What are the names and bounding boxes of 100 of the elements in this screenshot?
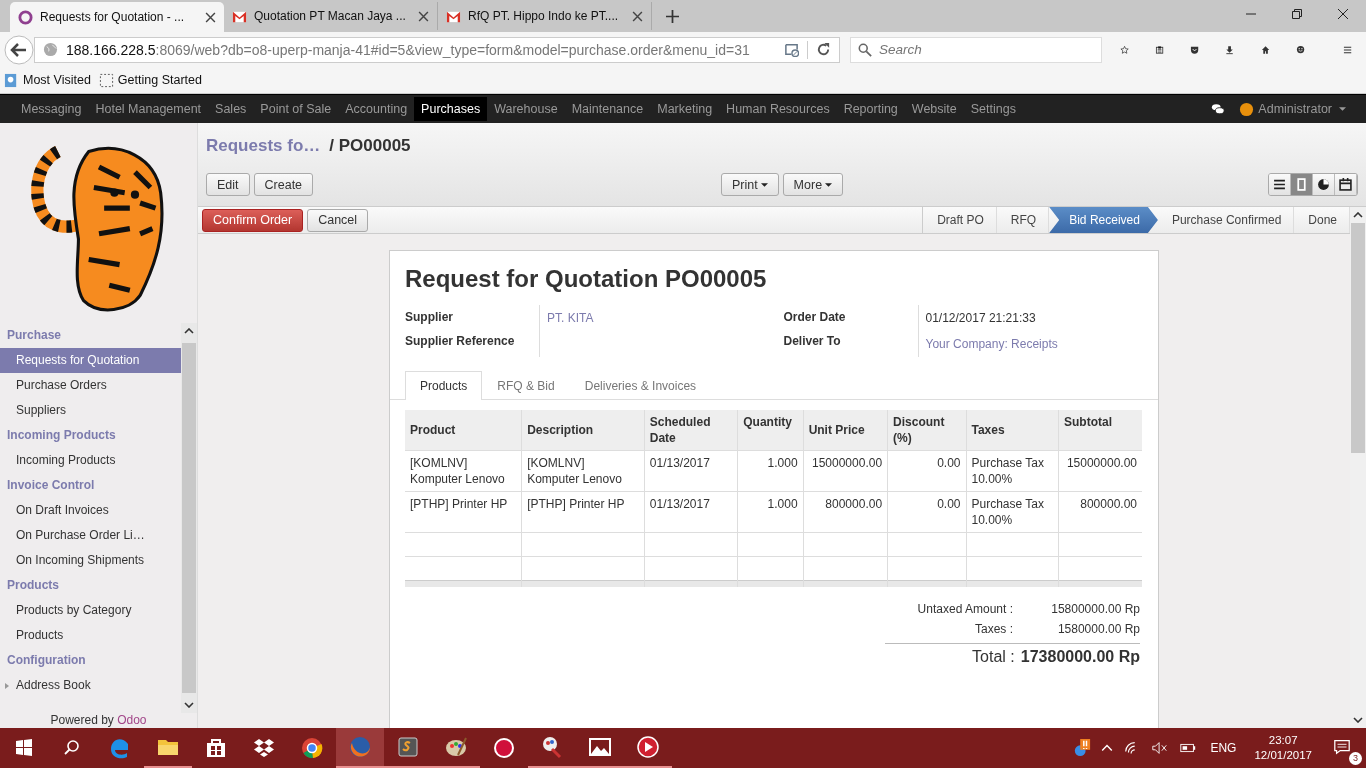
- record-icon: [492, 736, 516, 760]
- grand-total-value: 17380000.00 Rp: [1020, 647, 1140, 666]
- table-cell: 01/13/2017: [644, 450, 738, 492]
- list-icon: [1273, 178, 1286, 191]
- search-field[interactable]: Search: [850, 36, 1102, 63]
- field-link[interactable]: PT. KITA: [547, 311, 594, 325]
- chevron-down-icon[interactable]: [184, 702, 194, 708]
- muted-speaker-icon[interactable]: [1151, 739, 1170, 757]
- menu-item[interactable]: Warehouse: [487, 97, 565, 121]
- browser-tab[interactable]: RfQ PT. Hippo Indo ke PT....: [438, 2, 652, 30]
- close-icon[interactable]: [632, 10, 643, 22]
- field-link[interactable]: Your Company: Receipts: [925, 337, 1058, 351]
- ring-icon: [18, 9, 33, 25]
- sidebar-item[interactable]: Suppliers: [0, 398, 181, 423]
- stage-step[interactable]: Purchase Confirmed: [1157, 207, 1295, 233]
- bookmark[interactable]: Most Visited: [4, 72, 91, 88]
- column-header[interactable]: Description: [521, 410, 645, 451]
- notebook-tab[interactable]: RFQ & Bid: [482, 371, 570, 400]
- browser-tab[interactable]: Requests for Quotation - ...: [10, 2, 224, 32]
- reload-icon[interactable]: [816, 42, 831, 57]
- table-cell: 15000000.00: [1058, 450, 1142, 492]
- clock[interactable]: 23:07 12/01/2017: [1254, 733, 1312, 763]
- bookmark[interactable]: Getting Started: [98, 72, 202, 88]
- chat-bubbles-icon[interactable]: [1211, 102, 1226, 116]
- close-icon[interactable]: [418, 10, 429, 22]
- fox-globe-icon: [348, 735, 372, 759]
- toolbar-button[interactable]: Create: [253, 173, 314, 196]
- close-icon[interactable]: [205, 11, 216, 23]
- language-indicator[interactable]: ENG: [1210, 741, 1237, 755]
- scrollbar[interactable]: [181, 323, 197, 713]
- column-header[interactable]: Scheduled Date: [644, 410, 738, 451]
- menu-item[interactable]: Messaging: [14, 97, 89, 121]
- scrollbar[interactable]: [1350, 207, 1366, 728]
- column-header[interactable]: Taxes: [966, 410, 1059, 451]
- total-value: 1580000.00 Rp: [1057, 620, 1140, 638]
- table-cell: 1.000: [737, 491, 804, 533]
- notification-icon[interactable]: [1333, 737, 1351, 756]
- stage-step[interactable]: RFQ: [996, 207, 1050, 233]
- plus-icon[interactable]: [666, 10, 679, 23]
- action-button[interactable]: Confirm Order: [202, 208, 304, 232]
- sidebar-item[interactable]: On Draft Invoices: [0, 498, 181, 523]
- section-heading: Configuration: [6, 652, 87, 669]
- sidebar-item[interactable]: On Purchase Order Li…: [0, 523, 181, 548]
- menu-item[interactable]: Reporting: [836, 97, 905, 121]
- column-header[interactable]: Unit Price: [803, 410, 888, 451]
- stage-step[interactable]: Draft PO: [923, 207, 997, 233]
- view-switch-button[interactable]: [1335, 174, 1357, 195]
- sidebar-item[interactable]: On Incoming Shipments: [0, 548, 181, 573]
- sidebar-item[interactable]: Address Book: [0, 673, 181, 698]
- table-cell: 01/13/2017: [644, 491, 738, 533]
- toolbar-button[interactable]: Edit: [206, 173, 250, 196]
- field-label: Order Date: [783, 309, 847, 326]
- menu-item[interactable]: Point of Sale: [253, 97, 339, 121]
- avatar-icon: [1239, 101, 1255, 117]
- column-header[interactable]: Subtotal: [1058, 410, 1142, 451]
- alert-icon[interactable]: [1073, 739, 1092, 757]
- column-header[interactable]: Product: [405, 410, 522, 451]
- notebook-tab[interactable]: Products: [405, 371, 483, 400]
- close-icon[interactable]: [1337, 8, 1349, 20]
- menu-item[interactable]: Website: [904, 97, 964, 121]
- sidebar-item[interactable]: Purchase Orders: [0, 373, 181, 398]
- menu-item[interactable]: Maintenance: [564, 97, 651, 121]
- menu-item[interactable]: Hotel Management: [88, 97, 209, 121]
- reader-icon[interactable]: [784, 42, 799, 57]
- action-button[interactable]: Cancel: [307, 208, 369, 232]
- menu-item[interactable]: Marketing: [650, 97, 720, 121]
- sidebar-item[interactable]: Incoming Products: [0, 448, 181, 473]
- dropdown-button[interactable]: Print: [720, 173, 779, 196]
- paint-brush-icon: [540, 735, 564, 759]
- column-header[interactable]: Discount (%): [887, 410, 966, 451]
- table-cell: Purchase Tax 10.00%: [966, 491, 1059, 533]
- menu-item[interactable]: Human Resources: [719, 97, 837, 121]
- total-label: Untaxed Amount :: [916, 600, 1013, 618]
- dropdown-button[interactable]: More: [782, 173, 844, 196]
- restore-icon[interactable]: [1291, 8, 1303, 20]
- sidebar-item[interactable]: Requests for Quotation: [0, 348, 181, 373]
- view-switch-button[interactable]: [1269, 174, 1291, 195]
- chevron-down-icon[interactable]: [1353, 717, 1363, 723]
- form-icon: [1295, 178, 1308, 191]
- user-menu[interactable]: Administrator: [1239, 101, 1346, 117]
- column-header[interactable]: Quantity: [737, 410, 804, 451]
- menu-item[interactable]: Sales: [208, 97, 254, 121]
- menu-item[interactable]: Settings: [963, 97, 1023, 121]
- address-bar[interactable]: 188.166.228.5:8069/web?db=o8-uperp-manja-41#id=5&view_type=form&model=purchase.order&menu_id=31: [34, 36, 840, 63]
- breadcrumb-link[interactable]: Requests fo…: [206, 136, 321, 163]
- menu-item[interactable]: Accounting: [338, 97, 415, 121]
- chevron-up-icon[interactable]: [1353, 212, 1363, 218]
- total-value: 15800000.00 Rp: [1051, 600, 1140, 618]
- menu-item[interactable]: Purchases: [414, 97, 488, 121]
- view-switch-button[interactable]: [1291, 174, 1313, 195]
- notebook-tab[interactable]: Deliveries & Invoices: [569, 371, 712, 400]
- browser-tab[interactable]: Quotation PT Macan Jaya ...: [224, 2, 438, 30]
- caret-icon: [825, 182, 833, 187]
- chevron-up-icon[interactable]: [184, 328, 194, 334]
- sidebar-item[interactable]: Products by Category: [0, 598, 181, 623]
- section-heading: Invoice Control: [6, 477, 96, 494]
- windows-logo-icon[interactable]: [14, 738, 34, 758]
- view-switch-button[interactable]: [1313, 174, 1335, 195]
- sidebar-item[interactable]: Products: [0, 623, 181, 648]
- stage-step[interactable]: Bid Received: [1049, 207, 1158, 233]
